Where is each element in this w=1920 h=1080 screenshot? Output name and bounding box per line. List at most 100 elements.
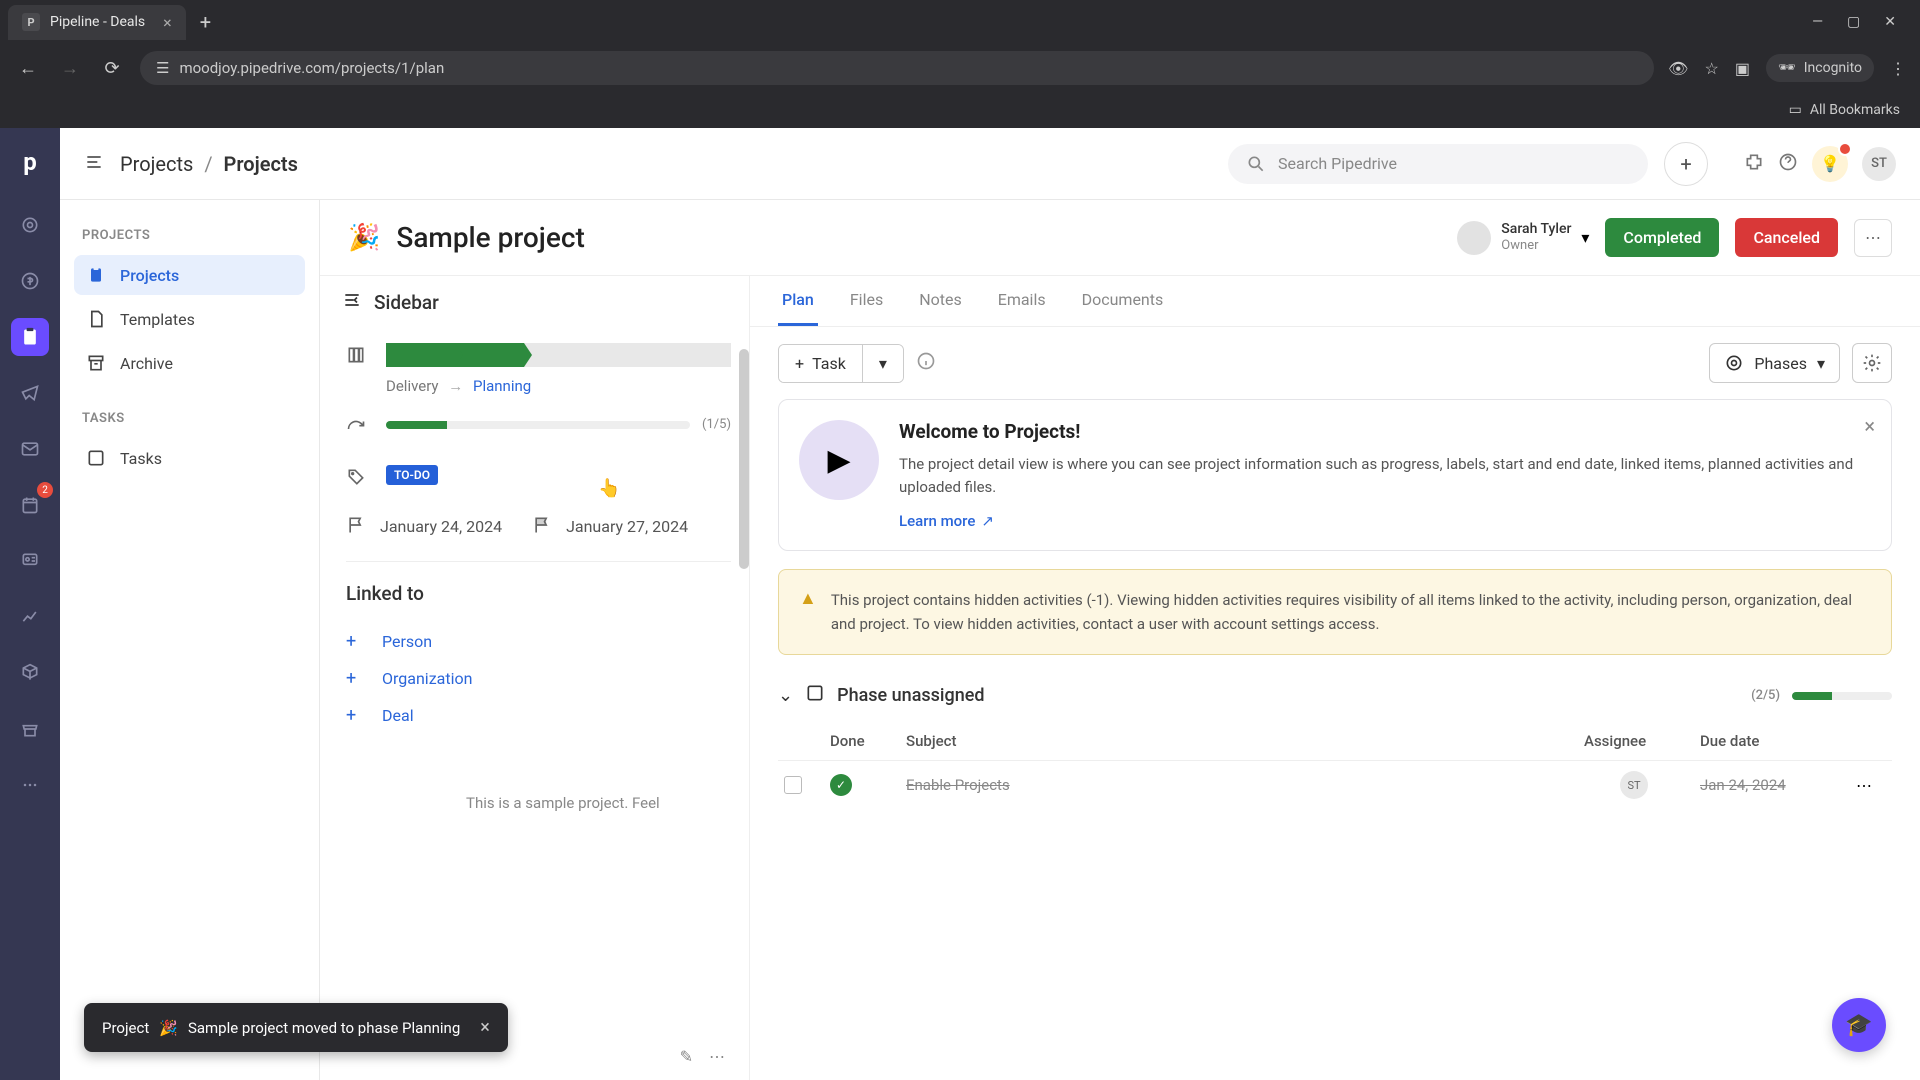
nav-item-templates[interactable]: Templates — [74, 299, 305, 339]
tab-close-icon[interactable]: × — [163, 13, 172, 32]
project-title[interactable]: Sample project — [396, 221, 584, 254]
phases-filter-button[interactable]: Phases ▾ — [1709, 343, 1840, 383]
incognito-badge[interactable]: 🕶 Incognito — [1766, 54, 1874, 82]
minimize-icon[interactable]: — — [1812, 14, 1823, 30]
assignee-avatar[interactable]: ST — [1620, 771, 1648, 799]
phase-segment[interactable] — [386, 343, 455, 367]
folder-icon: ▭ — [1789, 102, 1802, 118]
completed-button[interactable]: Completed — [1605, 218, 1719, 257]
description-preview: This is a sample project. Feel — [346, 794, 731, 812]
done-check-icon[interactable]: ✓ — [830, 774, 852, 796]
help-fab[interactable]: 🎓 — [1832, 998, 1886, 1052]
sidebar-content: Delivery → Planning (1/ — [320, 329, 749, 1080]
learn-more-link[interactable]: Learn more ↗ — [899, 512, 1871, 530]
task-checkbox[interactable] — [784, 776, 802, 794]
tab-files[interactable]: Files — [846, 276, 887, 326]
add-person-link[interactable]: +Person — [346, 623, 731, 660]
add-deal-link[interactable]: +Deal — [346, 697, 731, 734]
rail-item-deals[interactable] — [11, 262, 49, 300]
rail-item-contacts[interactable] — [11, 542, 49, 580]
collapse-sidebar-icon[interactable] — [342, 290, 362, 315]
tab-title: Pipeline - Deals — [50, 14, 145, 30]
back-button[interactable]: ← — [14, 58, 42, 79]
settings-button[interactable] — [1852, 343, 1892, 383]
content: Projects / Projects Search Pipedrive + 💡… — [60, 128, 1920, 1080]
toast-prefix: Project — [102, 1019, 149, 1037]
visibility-icon[interactable]: 👁 — [1668, 59, 1688, 78]
owner-selector[interactable]: Sarah Tyler Owner ▾ — [1457, 221, 1589, 255]
bookmark-star-icon[interactable]: ☆ — [1704, 59, 1718, 78]
all-bookmarks-link[interactable]: All Bookmarks — [1810, 102, 1900, 118]
plan-content: ▶ Welcome to Projects! The project detai… — [750, 399, 1920, 1080]
start-date[interactable]: January 24, 2024 — [380, 517, 502, 536]
user-avatar[interactable]: ST — [1862, 147, 1896, 181]
status-label-badge[interactable]: TO-DO — [386, 465, 438, 485]
more-actions-button[interactable]: ⋯ — [1854, 219, 1892, 257]
document-icon — [86, 309, 106, 329]
welcome-title: Welcome to Projects! — [899, 420, 1871, 443]
maximize-icon[interactable]: ▢ — [1847, 14, 1860, 30]
phase-header[interactable]: ⌄ Phase unassigned (2/5) — [778, 675, 1892, 722]
browser-menu-icon[interactable]: ⋮ — [1890, 59, 1906, 78]
nav-item-archive[interactable]: Archive — [74, 343, 305, 383]
nav-item-tasks[interactable]: Tasks — [74, 438, 305, 478]
task-row[interactable]: ✓ Enable Projects ST Jan 24, 2024 ⋯ — [778, 761, 1892, 809]
close-welcome-button[interactable]: × — [1864, 414, 1875, 438]
url-field[interactable]: ☰ moodjoy.pipedrive.com/projects/1/plan — [140, 51, 1654, 85]
task-subject[interactable]: Enable Projects — [906, 776, 1568, 794]
edit-icon[interactable]: ✎ — [680, 1047, 693, 1066]
end-date[interactable]: January 27, 2024 — [566, 517, 688, 536]
menu-toggle-icon[interactable] — [84, 152, 104, 176]
canceled-button[interactable]: Canceled — [1735, 218, 1838, 257]
rail-item-activities[interactable]: 2 — [11, 486, 49, 524]
rail-item-products[interactable] — [11, 654, 49, 692]
add-global-button[interactable]: + — [1664, 142, 1708, 186]
add-organization-link[interactable]: +Organization — [346, 660, 731, 697]
forward-button[interactable]: → — [56, 58, 84, 79]
toast-close-button[interactable]: × — [480, 1017, 490, 1038]
phase-progress-bar[interactable] — [386, 343, 731, 367]
new-tab-button[interactable]: + — [190, 10, 221, 34]
breadcrumb-root[interactable]: Projects — [120, 152, 193, 176]
rail-item-mail[interactable] — [11, 430, 49, 468]
tab-plan[interactable]: Plan — [778, 276, 818, 326]
col-subject: Subject — [906, 732, 1568, 750]
phase-segment[interactable] — [524, 343, 593, 367]
phase-segment[interactable] — [662, 343, 731, 367]
add-task-button[interactable]: +Task — [779, 345, 863, 382]
chevron-down-icon: ▾ — [1581, 228, 1589, 247]
app-logo[interactable]: p — [14, 146, 46, 178]
panel-icon[interactable]: ▣ — [1735, 59, 1750, 78]
rail-item-more[interactable] — [11, 766, 49, 804]
help-icon[interactable] — [1778, 152, 1798, 176]
task-more-icon[interactable]: ⋯ — [1856, 776, 1886, 795]
tab-notes[interactable]: Notes — [915, 276, 966, 326]
scrollbar[interactable] — [739, 349, 749, 569]
phase-title: Phase unassigned — [837, 685, 984, 706]
task-due-date[interactable]: Jan 24, 2024 — [1700, 776, 1840, 794]
browser-tab[interactable]: P Pipeline - Deals × — [8, 5, 186, 40]
rail-item-projects[interactable] — [11, 318, 49, 356]
search-input[interactable]: Search Pipedrive — [1228, 144, 1648, 184]
rail-item-campaigns[interactable] — [11, 374, 49, 412]
nav-item-projects[interactable]: Projects — [74, 255, 305, 295]
search-placeholder: Search Pipedrive — [1278, 154, 1397, 173]
rail-item-insights[interactable] — [11, 598, 49, 636]
app-root: p 2 Projects / Projects Search Pipedrive… — [0, 128, 1920, 1080]
rail-item-focus[interactable] — [11, 206, 49, 244]
extensions-icon[interactable] — [1744, 152, 1764, 176]
reload-button[interactable]: ⟳ — [98, 58, 126, 79]
breadcrumb-current: Projects — [224, 152, 298, 176]
rail-item-marketplace[interactable] — [11, 710, 49, 748]
close-window-icon[interactable]: ✕ — [1884, 14, 1896, 30]
phase-segment[interactable] — [593, 343, 662, 367]
tab-documents[interactable]: Documents — [1078, 276, 1168, 326]
site-settings-icon[interactable]: ☰ — [156, 59, 169, 77]
task-dropdown-button[interactable]: ▾ — [863, 345, 903, 382]
task-table-header: Done Subject Assignee Due date — [778, 722, 1892, 761]
more-icon[interactable]: ⋯ — [709, 1047, 725, 1066]
tips-icon[interactable]: 💡 — [1812, 146, 1848, 182]
tab-emails[interactable]: Emails — [994, 276, 1050, 326]
info-icon[interactable] — [916, 351, 936, 375]
phase-segment[interactable] — [455, 343, 524, 367]
